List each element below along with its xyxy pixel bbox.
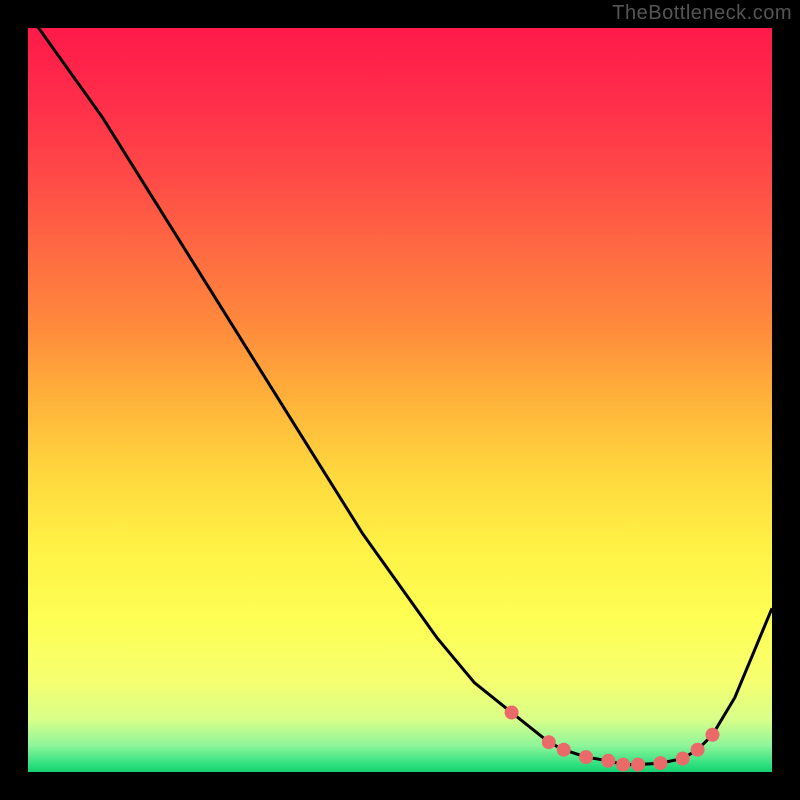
curve-marker	[631, 758, 645, 772]
curve-marker	[616, 758, 630, 772]
curve-marker	[601, 754, 615, 768]
curve-marker	[557, 743, 571, 757]
curve-marker	[691, 743, 705, 757]
curve-marker	[579, 750, 593, 764]
gradient-background	[28, 28, 772, 772]
curve-marker	[706, 728, 720, 742]
curve-marker	[653, 756, 667, 770]
plot-area	[28, 28, 772, 772]
chart-frame: TheBottleneck.com	[0, 0, 800, 800]
chart-svg	[28, 28, 772, 772]
curve-marker	[542, 735, 556, 749]
watermark-label: TheBottleneck.com	[612, 2, 792, 25]
curve-marker	[676, 752, 690, 766]
curve-marker	[505, 706, 519, 720]
